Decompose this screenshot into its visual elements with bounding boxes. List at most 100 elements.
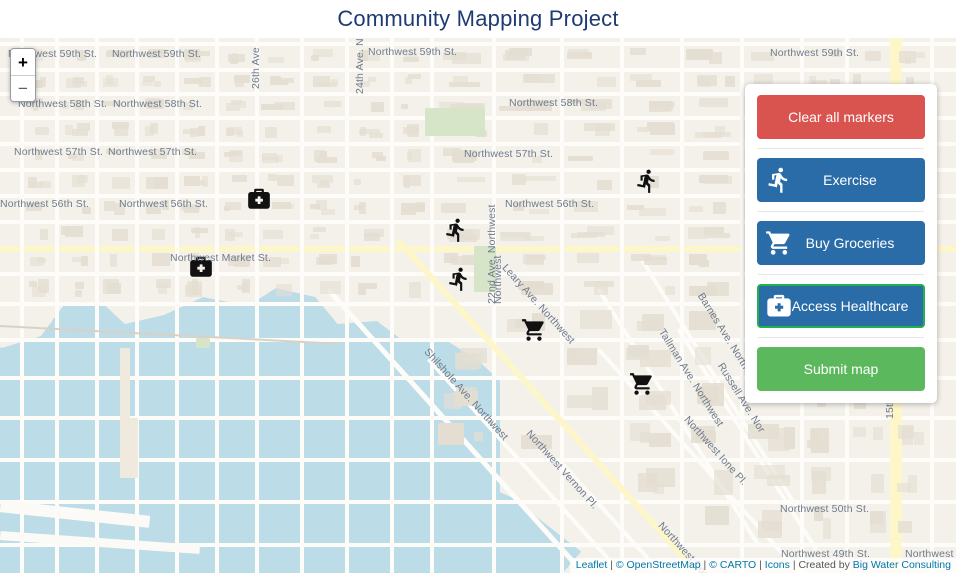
zoom-control[interactable]: + − [10, 48, 36, 102]
building-footprint [104, 200, 115, 212]
street-vertical [560, 38, 564, 573]
building-footprint [39, 76, 47, 87]
cart-icon [765, 229, 793, 257]
street-horizontal [0, 68, 956, 72]
building-footprint [814, 506, 823, 521]
building-footprint [28, 176, 38, 188]
building-footprint [184, 48, 201, 61]
street-horizontal [0, 42, 956, 46]
street-vertical [680, 38, 684, 573]
map-control-panel: Clear all markers Exercise Buy Groceries Ac… [745, 84, 937, 403]
exercise-button[interactable]: Exercise [757, 158, 925, 202]
building-footprint [688, 253, 708, 266]
building-footprint [456, 177, 485, 182]
building-footprint [453, 76, 468, 86]
building-footprint [649, 149, 675, 155]
building-footprint [647, 122, 674, 131]
building-footprint [61, 102, 70, 109]
building-footprint [114, 125, 129, 136]
building-footprint [463, 229, 481, 241]
building-footprint [64, 226, 84, 238]
building-footprint [331, 78, 338, 87]
submit-map-button[interactable]: Submit map [757, 347, 925, 391]
building-footprint [405, 76, 412, 84]
street-horizontal [0, 500, 956, 504]
building-footprint [28, 280, 37, 288]
building-footprint [865, 51, 882, 61]
building-footprint [665, 286, 676, 296]
building-footprint [897, 483, 911, 493]
building-footprint [312, 75, 331, 87]
access-healthcare-button[interactable]: Access Healthcare [757, 284, 925, 328]
submit-map-label: Submit map [803, 361, 879, 377]
buy-groceries-button[interactable]: Buy Groceries [757, 221, 925, 265]
building-footprint [699, 98, 728, 107]
building-footprint [261, 104, 283, 111]
building-footprint [691, 426, 715, 444]
app-root: Community Mapping Project Northwest 59th… [0, 0, 956, 573]
building-footprint [162, 200, 170, 211]
building-footprint [363, 232, 381, 241]
street-vertical [95, 38, 99, 573]
building-footprint [197, 125, 206, 137]
building-footprint [229, 58, 239, 64]
building-footprint [698, 76, 711, 87]
building-footprint [627, 344, 650, 357]
street-vertical [390, 38, 394, 573]
map-container[interactable]: Northwest 59th St. Northwest 59th St. Nort… [0, 38, 956, 573]
building-footprint [182, 102, 194, 110]
building-footprint [652, 483, 665, 495]
building-footprint [357, 283, 366, 296]
building-footprint [184, 176, 201, 187]
building-footprint [182, 149, 196, 155]
building-footprint [319, 150, 328, 159]
building-footprint [531, 155, 543, 164]
building-footprint [320, 281, 341, 295]
building-footprint [581, 101, 606, 111]
building-footprint [522, 74, 556, 84]
building-footprint [190, 227, 208, 233]
building-footprint [914, 432, 924, 445]
building-footprint [201, 176, 209, 188]
building-footprint [688, 286, 709, 296]
pier [120, 418, 138, 478]
building-footprint [152, 228, 166, 241]
building-footprint [275, 284, 292, 297]
building-footprint [444, 392, 463, 409]
building-footprint [437, 423, 464, 445]
attribution-link[interactable]: © OpenStreetMap [616, 559, 701, 571]
building-footprint [149, 123, 159, 134]
building-footprint [359, 49, 368, 61]
building-footprint [26, 203, 42, 212]
building-footprint [192, 278, 198, 295]
street-vertical [135, 38, 139, 573]
building-footprint [707, 282, 729, 296]
building-footprint [142, 80, 154, 86]
building-footprint [713, 202, 727, 214]
building-footprint [227, 256, 245, 267]
building-footprint [517, 281, 544, 290]
building-footprint [904, 57, 911, 64]
map-attribution[interactable]: Leaflet | © OpenStreetMap | © CARTO | Ic… [569, 558, 956, 573]
zoom-in-button[interactable]: + [11, 49, 35, 75]
attribution-link[interactable]: Big Water Consulting [853, 559, 951, 571]
building-footprint [639, 431, 651, 444]
building-footprint [703, 150, 729, 161]
building-footprint [597, 76, 616, 87]
attribution-link[interactable]: Icons [765, 559, 790, 571]
panel-divider [758, 148, 924, 149]
street-vertical [740, 38, 744, 573]
attribution-link[interactable]: Leaflet [576, 559, 608, 571]
zoom-out-button[interactable]: − [11, 75, 35, 101]
building-footprint [227, 126, 242, 135]
building-footprint [444, 253, 458, 263]
building-footprint [566, 395, 593, 409]
building-footprint [188, 253, 200, 261]
building-footprint [811, 470, 827, 495]
attribution-link[interactable]: © CARTO [709, 559, 756, 571]
building-footprint [29, 257, 44, 266]
building-footprint [695, 347, 711, 365]
clear-all-markers-button[interactable]: Clear all markers [757, 95, 925, 139]
building-footprint [148, 48, 166, 58]
building-footprint [517, 99, 553, 111]
